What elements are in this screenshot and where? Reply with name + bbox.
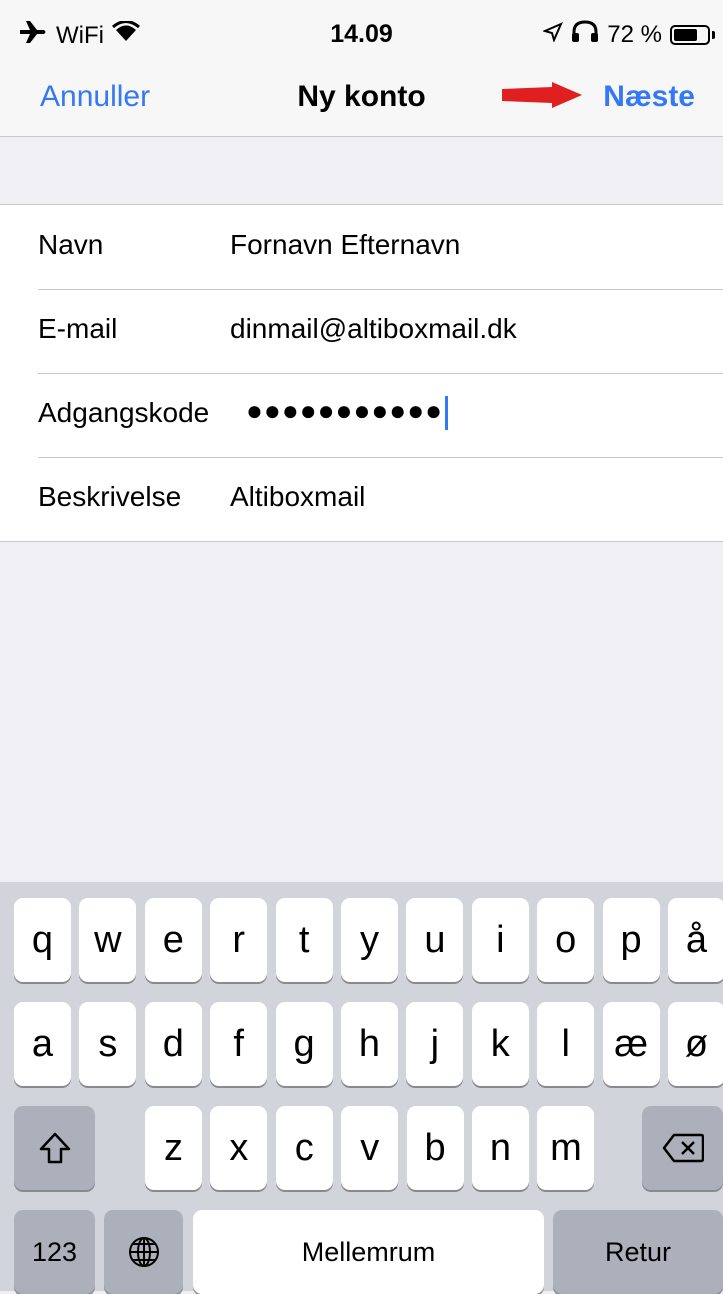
- next-button[interactable]: Næste: [603, 80, 695, 114]
- password-dots: ●●●●●●●●●●●: [246, 395, 444, 426]
- key-n[interactable]: n: [472, 1106, 529, 1190]
- key-j[interactable]: j: [406, 1002, 464, 1086]
- key-a[interactable]: a: [14, 1002, 71, 1086]
- globe-key[interactable]: [104, 1210, 183, 1294]
- keyboard: 123 Mellemrum Retur qwertyuiopå asdfghjkl…: [0, 882, 723, 1294]
- key-h[interactable]: h: [341, 1002, 398, 1086]
- form-row-name: Navn: [0, 205, 723, 289]
- key-f[interactable]: f: [210, 1002, 268, 1086]
- description-field[interactable]: [230, 481, 690, 513]
- account-form: Navn E-mail Adgangskode ●●●●●●●●●●● Besk…: [0, 204, 723, 542]
- key-d[interactable]: d: [144, 1002, 202, 1086]
- status-bar: WiFi 14.09 72 %: [0, 0, 723, 70]
- email-label: E-mail: [38, 313, 118, 344]
- key-u[interactable]: u: [406, 898, 464, 982]
- key-g[interactable]: g: [275, 1002, 333, 1086]
- key-z[interactable]: z: [145, 1106, 202, 1190]
- form-row-email: E-mail: [0, 289, 723, 373]
- key-y[interactable]: y: [341, 898, 398, 982]
- key-r[interactable]: r: [210, 898, 268, 982]
- battery-percent: 72 %: [607, 20, 662, 48]
- battery-nub: [712, 30, 715, 39]
- key-b[interactable]: b: [406, 1106, 464, 1190]
- backspace-icon: [662, 1133, 704, 1163]
- key-o[interactable]: o: [537, 898, 595, 982]
- form-row-description: Beskrivelse: [0, 457, 723, 541]
- description-label: Beskrivelse: [38, 481, 182, 512]
- key-å[interactable]: å: [668, 898, 723, 982]
- status-right: 72 %: [535, 20, 715, 49]
- numbers-key[interactable]: 123: [14, 1210, 95, 1294]
- red-arrow-icon: [502, 82, 582, 108]
- key-m[interactable]: m: [537, 1106, 595, 1190]
- key-q[interactable]: q: [14, 898, 71, 982]
- key-i[interactable]: i: [471, 898, 529, 982]
- key-ø[interactable]: ø: [668, 1002, 723, 1086]
- shift-key[interactable]: [14, 1106, 95, 1190]
- text-cursor: [445, 395, 449, 430]
- name-field[interactable]: [230, 229, 690, 261]
- key-k[interactable]: k: [471, 1002, 529, 1086]
- password-field[interactable]: ●●●●●●●●●●●: [246, 395, 706, 430]
- globe-icon: [128, 1237, 159, 1267]
- key-æ[interactable]: æ: [602, 1002, 660, 1086]
- key-s[interactable]: s: [79, 1002, 137, 1086]
- key-l[interactable]: l: [537, 1002, 595, 1086]
- space-key[interactable]: Mellemrum: [193, 1210, 544, 1294]
- return-key[interactable]: Retur: [553, 1210, 723, 1294]
- battery-icon: [670, 24, 710, 45]
- key-x[interactable]: x: [210, 1106, 268, 1190]
- key-v[interactable]: v: [341, 1106, 399, 1190]
- form-row-password: Adgangskode ●●●●●●●●●●●: [0, 373, 723, 457]
- key-e[interactable]: e: [144, 898, 202, 982]
- battery-fill: [674, 28, 697, 41]
- key-c[interactable]: c: [275, 1106, 333, 1190]
- headphones-icon: [571, 20, 599, 49]
- email-field[interactable]: [230, 313, 690, 345]
- backspace-key[interactable]: [642, 1106, 723, 1190]
- key-w[interactable]: w: [79, 898, 137, 982]
- location-icon: [542, 21, 564, 49]
- key-p[interactable]: p: [602, 898, 660, 982]
- navigation-bar: Annuller Ny konto Næste: [0, 70, 723, 137]
- password-label: Adgangskode: [38, 397, 210, 428]
- key-t[interactable]: t: [275, 898, 333, 982]
- name-label: Navn: [38, 229, 104, 260]
- shift-icon: [39, 1132, 70, 1164]
